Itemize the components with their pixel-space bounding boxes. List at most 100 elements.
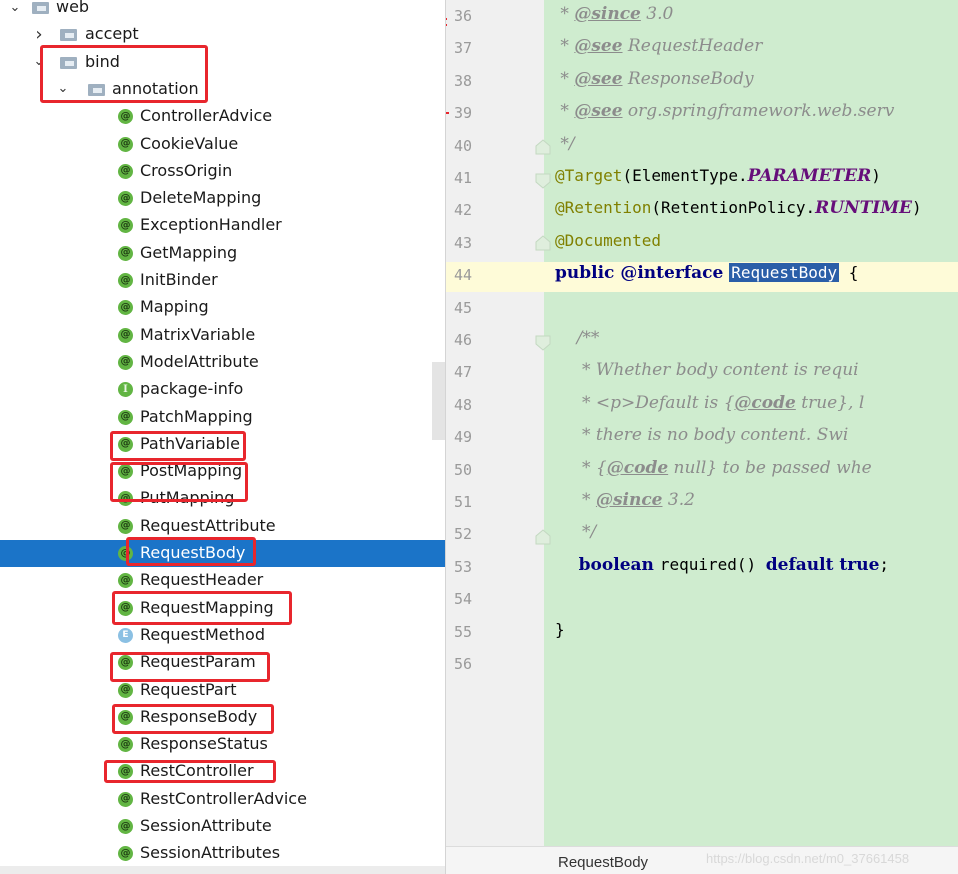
line-number: 49 — [454, 428, 473, 447]
code-line[interactable]: * <p>Default is {@code true}, l — [555, 393, 864, 413]
tree-item-getmapping[interactable]: @ GetMapping — [0, 240, 445, 267]
line-number: 40 — [454, 136, 473, 155]
fold-collapse-icon[interactable] — [534, 138, 552, 156]
tree-vertical-scrollbar[interactable] — [432, 362, 445, 440]
code-line[interactable]: * there is no body content. Swi — [555, 425, 848, 445]
line-number: 50 — [454, 460, 473, 479]
annotation-icon: @ — [118, 163, 133, 179]
tree-item-label: DeleteMapping — [140, 188, 262, 208]
folder-icon — [60, 29, 77, 42]
code-line[interactable]: public @interface RequestBody { — [555, 263, 858, 283]
line-number: 46 — [454, 331, 473, 349]
line-number: 39 — [454, 104, 473, 123]
annotation-icon: @ — [118, 327, 133, 343]
code-line[interactable]: * @since 3.2 — [555, 490, 695, 510]
tree-item-label: MatrixVariable — [140, 324, 256, 344]
code-line[interactable]: @Target(ElementType.PARAMETER) — [555, 166, 881, 186]
line-number-gutter — [446, 0, 544, 846]
chevron-down-icon[interactable]: ⌄ — [8, 0, 22, 15]
annotation-icon: @ — [118, 218, 133, 234]
change-marker — [446, 18, 447, 20]
tree-item-crossorigin[interactable]: @ CrossOrigin — [0, 158, 445, 185]
annotation-icon: @ — [118, 300, 133, 316]
tree-item-initbinder[interactable]: @ InitBinder — [0, 267, 445, 294]
tree-item-label: SessionAttributes — [140, 843, 281, 863]
annotation-icon: @ — [118, 737, 133, 753]
code-line[interactable]: * Whether body content is requi — [555, 360, 859, 380]
tree-item-requestmethod[interactable]: E RequestMethod — [0, 622, 445, 649]
code-line[interactable]: * @see RequestHeader — [555, 36, 762, 56]
tree-item-label: ModelAttribute — [140, 351, 259, 371]
code-line[interactable]: * {@code null} to be passed whe — [555, 458, 872, 478]
tree-item-label: ResponseStatus — [140, 734, 268, 754]
tree-item-cookievalue[interactable]: @ CookieValue — [0, 131, 445, 158]
tree-item-requestattribute[interactable]: @ RequestAttribute — [0, 513, 445, 540]
tree-item-restcontrolleradvice[interactable]: @ RestControllerAdvice — [0, 786, 445, 813]
tree-item-deletemapping[interactable]: @ DeleteMapping — [0, 185, 445, 212]
tree-item-exceptionhandler[interactable]: @ ExceptionHandler — [0, 212, 445, 239]
code-line[interactable]: */ — [555, 134, 574, 154]
annotation-icon: @ — [118, 109, 133, 125]
code-editor[interactable]: 36 * @since 3.0 37 * @see RequestHeader 38… — [446, 0, 958, 874]
line-number: 36 — [454, 7, 473, 25]
code-line[interactable]: } — [555, 620, 565, 640]
line-number: 41 — [454, 169, 473, 187]
annotation-icon: @ — [118, 791, 133, 807]
enum-icon: E — [118, 627, 133, 643]
tree-item-label: RestControllerAdvice — [140, 788, 307, 808]
code-line[interactable]: */ — [555, 522, 596, 542]
annotation-icon: @ — [118, 136, 133, 152]
tree-item-controlleradvice[interactable]: @ ControllerAdvice — [0, 103, 445, 130]
tree-item-sessionattributes[interactable]: @ SessionAttributes — [0, 840, 445, 867]
tree-item-label: GetMapping — [140, 242, 238, 262]
red-highlight-box — [110, 652, 270, 682]
red-highlight-box — [126, 537, 256, 566]
line-number: 45 — [454, 298, 473, 317]
line-number: 55 — [454, 622, 473, 641]
line-number: 54 — [454, 590, 473, 609]
code-line[interactable]: * @since 3.0 — [555, 4, 673, 24]
annotation-icon: @ — [118, 846, 133, 862]
tree-item-label: RequestMethod — [140, 624, 265, 644]
red-highlight-box — [40, 45, 208, 103]
line-number: 47 — [454, 363, 473, 382]
tree-item-label: CrossOrigin — [140, 160, 233, 180]
line-number: 52 — [454, 525, 473, 544]
folder-icon — [32, 2, 49, 14]
fold-expand-icon[interactable] — [534, 334, 552, 352]
code-line[interactable]: @Documented — [555, 231, 661, 251]
fold-collapse-icon[interactable] — [534, 528, 552, 546]
red-highlight-box — [110, 431, 246, 461]
tree-item-label: RequestPart — [140, 679, 237, 699]
package-info-icon: I — [118, 382, 133, 398]
annotation-icon: @ — [118, 354, 133, 370]
code-line[interactable]: * @see ResponseBody — [555, 69, 753, 89]
line-number: 44 — [454, 266, 473, 285]
red-highlight-box — [110, 462, 248, 502]
code-line[interactable]: boolean required() default true; — [555, 555, 889, 575]
fold-collapse-icon[interactable] — [534, 234, 552, 252]
tree-item-modelattribute[interactable]: @ ModelAttribute — [0, 349, 445, 376]
tree-item-label: Mapping — [140, 297, 209, 317]
code-line[interactable]: /** — [555, 328, 600, 348]
code-line[interactable]: @Retention(RetentionPolicy.RUNTIME) — [555, 198, 922, 218]
chevron-right-icon[interactable]: › — [32, 24, 46, 45]
project-tree[interactable]: ⌄ web › accept ⌄ bind ⌄ annotation @ ControllerAd… — [0, 0, 446, 874]
tree-horizontal-scrollbar[interactable] — [0, 866, 445, 874]
tree-item-patchmapping[interactable]: @ PatchMapping — [0, 404, 445, 431]
code-line[interactable]: * @see org.springframework.web.serv — [555, 101, 894, 121]
tree-item-matrixvariable[interactable]: @ MatrixVariable — [0, 322, 445, 349]
line-number: 56 — [454, 655, 473, 673]
line-number: 53 — [454, 557, 473, 576]
tree-item-label: RequestAttribute — [140, 515, 276, 535]
change-marker — [446, 112, 449, 114]
tree-item-responsestatus[interactable]: @ ResponseStatus — [0, 731, 445, 758]
tree-item-mapping[interactable]: @ Mapping — [0, 294, 445, 321]
fold-expand-icon[interactable] — [534, 172, 552, 190]
tree-item-web[interactable]: ⌄ web — [0, 0, 445, 21]
tree-item-label: ExceptionHandler — [140, 215, 282, 235]
tree-item-sessionattribute[interactable]: @ SessionAttribute — [0, 813, 445, 840]
breadcrumb-item[interactable]: RequestBody — [558, 854, 648, 871]
tree-item-package-info[interactable]: Ipackage-info — [0, 376, 445, 403]
tree-item-label: InitBinder — [140, 270, 218, 289]
